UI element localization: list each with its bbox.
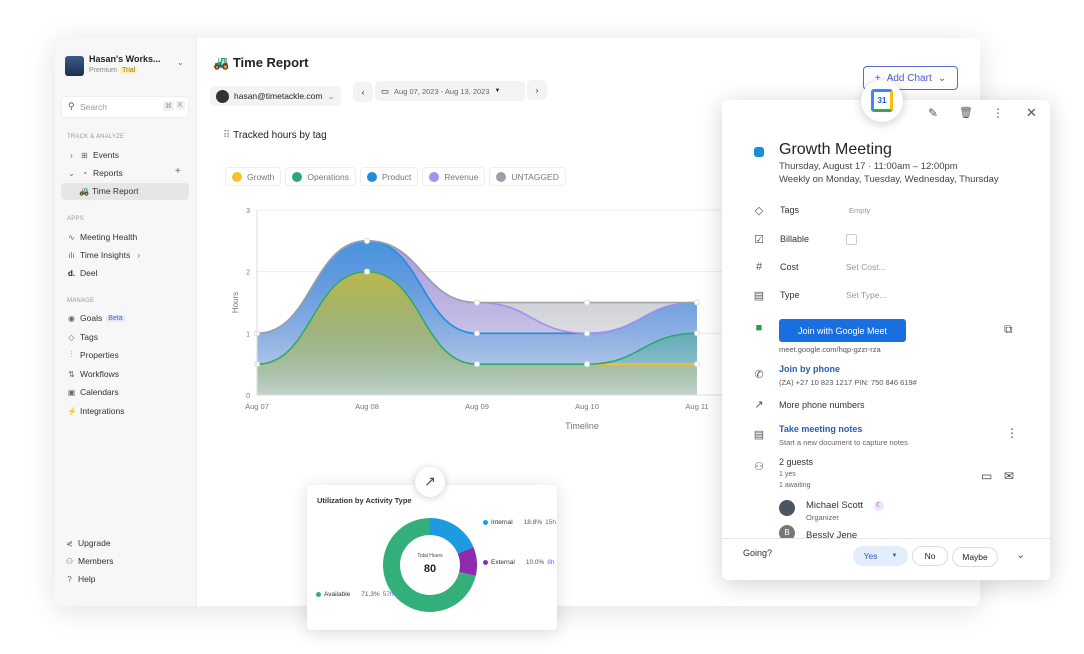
yes-label: Yes: [863, 551, 878, 561]
type-label: Type: [780, 290, 800, 300]
expand-chevron-icon[interactable]: ⌄: [1016, 548, 1025, 561]
data-point: [694, 361, 700, 368]
rsvp-maybe-button[interactable]: Maybe: [952, 547, 998, 567]
moon-icon: ☾: [874, 501, 884, 511]
google-meet-icon: ■: [755, 322, 763, 334]
notes-subtitle: Start a new document to capture notes: [779, 438, 908, 447]
data-point: [474, 299, 480, 306]
more-phone-numbers-link[interactable]: More phone numbers: [779, 400, 865, 410]
rsvp-bar: Going? Yes ▼ No Maybe ⌄: [722, 538, 1050, 580]
x-tick-label: Aug 08: [355, 402, 379, 411]
guest-role: Organizer: [806, 513, 839, 522]
phone-number: (ZA) +27 10 823 1217 PIN: 750 846 619#: [779, 378, 917, 387]
data-point: [474, 361, 480, 368]
take-meeting-notes-link[interactable]: Take meeting notes: [779, 424, 862, 434]
type-input[interactable]: Set Type...: [846, 290, 886, 300]
going-label: Going?: [743, 548, 773, 558]
event-datetime: Thursday, August 17 · 11:00am – 12:00pm: [779, 161, 958, 172]
billable-checkbox[interactable]: [846, 234, 857, 245]
event-details-popup: ✎ 🗑 ⋮ ✕ Growth Meeting Thursday, August …: [722, 100, 1050, 580]
trend-icon[interactable]: ↗: [415, 467, 445, 497]
meet-link[interactable]: meet.google.com/hqp-gzzr-rza: [779, 345, 881, 354]
data-point: [364, 268, 370, 275]
notes-icon: ▤: [753, 429, 765, 441]
guest-avatar: [779, 500, 795, 516]
total-hours-value: 80: [423, 563, 437, 575]
guests-awaiting: 1 awaiting: [779, 482, 811, 489]
utilization-card: Utilization by Activity Type Internal 18.…: [307, 485, 557, 630]
join-by-phone-link[interactable]: Join by phone: [779, 364, 840, 374]
data-point: [364, 237, 370, 244]
guests-count: 2 guests: [779, 457, 814, 467]
total-hours-label: Total Hours: [417, 553, 443, 559]
copy-icon[interactable]: ⧉: [1004, 322, 1013, 337]
y-tick-label: 0: [246, 393, 250, 400]
donut-slice-internal: [430, 518, 474, 554]
y-axis-label: Hours: [231, 292, 240, 313]
x-tick-label: Aug 11: [685, 402, 708, 411]
x-tick-label: Aug 10: [575, 402, 599, 411]
cost-label: Cost: [780, 262, 799, 272]
edit-icon[interactable]: ✎: [928, 106, 938, 120]
join-google-meet-button[interactable]: Join with Google Meet: [779, 319, 906, 342]
tag-icon: ◇: [754, 205, 764, 217]
y-tick-label: 2: [246, 270, 250, 277]
google-calendar-logo: 31: [861, 80, 903, 122]
data-point: [584, 299, 590, 306]
guests-icon: ⚇: [754, 461, 764, 473]
email-icon[interactable]: ✉: [1004, 469, 1014, 483]
close-icon[interactable]: ✕: [1026, 105, 1037, 121]
x-tick-label: Aug 09: [465, 402, 489, 411]
rsvp-no-button[interactable]: No: [912, 546, 948, 566]
hash-icon: #: [755, 261, 763, 273]
guests-yes: 1 yes: [779, 471, 796, 478]
event-recurrence: Weekly on Monday, Tuesday, Wednesday, Th…: [779, 174, 999, 185]
tags-value[interactable]: Empty: [849, 206, 870, 215]
guest-name: Michael Scott: [806, 500, 864, 511]
cost-input[interactable]: Set Cost...: [846, 262, 886, 272]
data-point: [584, 361, 590, 368]
chat-icon[interactable]: ▭: [981, 469, 992, 483]
x-axis-label: Timeline: [565, 421, 599, 431]
y-tick-label: 3: [246, 208, 250, 215]
calendar-day: 31: [871, 89, 893, 112]
tags-label: Tags: [780, 205, 800, 215]
data-point: [584, 330, 590, 337]
billable-label: Billable: [780, 234, 810, 244]
caret-down-icon: ▼: [891, 553, 898, 559]
data-point: [694, 330, 700, 337]
delete-icon[interactable]: 🗑: [959, 106, 973, 119]
event-time: 11:00am – 12:00pm: [873, 161, 958, 172]
external-link-icon: ↗: [754, 399, 764, 411]
checkbox-icon: ☑: [754, 234, 764, 246]
event-color-icon: [754, 147, 764, 157]
data-point: [694, 299, 700, 306]
x-tick-label: Aug 07: [245, 402, 269, 411]
more-options-icon[interactable]: ⋮: [992, 106, 1004, 120]
data-point: [474, 330, 480, 337]
event-date: Thursday, August 17: [779, 161, 866, 172]
event-title: Growth Meeting: [779, 141, 892, 158]
notes-more-icon[interactable]: ⋮: [1006, 426, 1018, 440]
document-icon: ▤: [753, 290, 765, 302]
y-tick-label: 1: [246, 331, 250, 338]
rsvp-yes-button[interactable]: Yes ▼: [853, 546, 908, 566]
phone-icon: ✆: [754, 369, 764, 381]
